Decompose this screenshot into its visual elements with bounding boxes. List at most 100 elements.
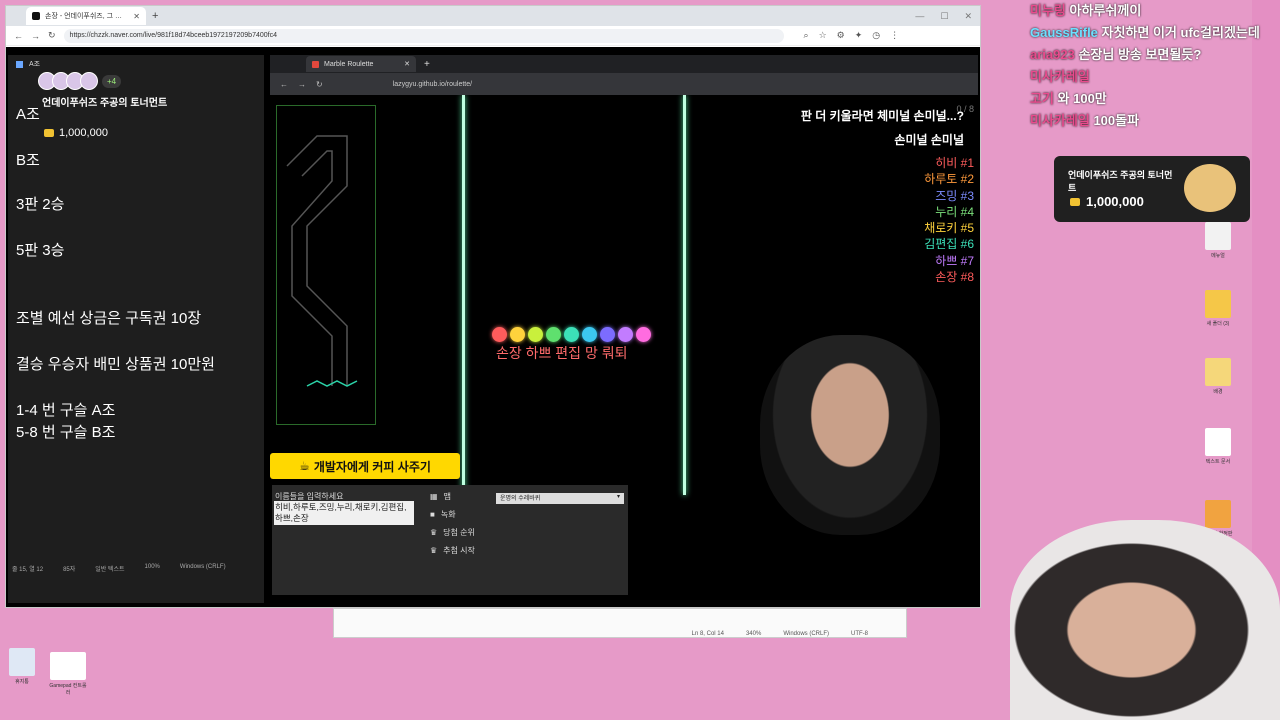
close-tab-icon[interactable]: ✕	[404, 60, 410, 68]
coffee-icon: ☕	[299, 459, 310, 473]
close-icon[interactable]: ✕	[964, 11, 972, 22]
chat-overlay: 미누링 아하루쉬께이 GaussRifle 자칫하면 이거 ufc걸리겠는데 a…	[1030, 0, 1275, 132]
roulette-wall-right	[683, 95, 686, 495]
note-line: 조별 예선 상금은 구독권 10장	[16, 310, 202, 327]
bookmark-icon[interactable]: ☆	[819, 30, 827, 41]
outer-tab[interactable]: 손장 - 언데이푸쉬즈, 그 주공의 토너먼트 ✕	[26, 7, 146, 25]
option-map[interactable]: ▦ 맵	[430, 491, 451, 502]
extension-icon[interactable]: ⚙	[837, 30, 845, 41]
gamepad-icon	[50, 652, 86, 680]
pin-icon[interactable]: ✦	[855, 30, 863, 41]
tournament-card: 언데이푸쉬즈 주공의 토너먼트 1,000,000	[1054, 156, 1250, 222]
coin-icon	[44, 129, 54, 137]
chat-message: 미사카레일	[1030, 69, 1090, 84]
zoom-icon[interactable]: ⌕	[804, 30, 809, 41]
history-icon[interactable]: ◷	[872, 30, 880, 41]
rank-item: 즈밍 #3	[935, 188, 974, 203]
recycle-bin-icon	[9, 648, 35, 676]
close-tab-icon[interactable]: ✕	[133, 12, 140, 21]
desktop-icon-text[interactable]: 텍스트 문서	[1198, 428, 1238, 465]
track-svg	[286, 135, 358, 387]
notepad-status-bar: Ln 8, Col 14 340% Windows (CRLF) UTF-8	[691, 631, 868, 637]
marble-group	[492, 327, 651, 342]
marble	[492, 327, 507, 342]
rank-list: 0 / 8 히비 #1 하루토 #2 즈밍 #3 누리 #4 채로키 #5 김편집 #6 하쁘…	[924, 104, 974, 285]
back-icon[interactable]: ←	[14, 31, 23, 41]
more-participants-badge: +4	[102, 74, 122, 88]
new-tab-icon[interactable]: +	[424, 59, 430, 70]
camera-icon: ■	[430, 510, 435, 519]
chat-message: 미누링 아하루쉬께이	[1030, 3, 1142, 18]
new-tab-icon[interactable]: +	[152, 10, 158, 22]
streamer-cam-inner	[760, 335, 940, 535]
forward-icon[interactable]: →	[298, 80, 306, 89]
tournament-card-prize: 1,000,000	[1070, 194, 1144, 209]
rank-item: 히비 #1	[935, 156, 974, 170]
avatar	[80, 72, 98, 90]
desktop-icon-gamepad[interactable]: Gamepad 컨트롤러	[48, 652, 88, 696]
rank-item: 누리 #4	[935, 204, 974, 219]
piggy-bank-icon	[1184, 164, 1236, 212]
marble	[564, 327, 579, 342]
participant-avatars: +4	[38, 72, 278, 90]
maximize-icon[interactable]: ☐	[940, 11, 948, 22]
minimize-icon[interactable]: —	[915, 11, 924, 22]
note-line: 1-4 번 구슬 A조	[16, 402, 116, 419]
option-record[interactable]: ■ 녹화	[430, 509, 456, 520]
names-input[interactable]: 히비,하루토,즈밍,누리,채로키,김편집,하쁘,손장	[274, 501, 414, 525]
tournament-title: 언데이푸쉬즈 주공의 토너먼트	[42, 98, 168, 109]
trophy-icon: ♛	[430, 528, 438, 537]
note-line: 3판 2승	[16, 196, 65, 213]
desktop-icon-recycle-bin[interactable]: 휴지통	[2, 648, 42, 685]
chat-message: 미사카레일 100돌파	[1030, 113, 1140, 128]
rank-sub: 손미널 손미널	[894, 133, 964, 147]
rank-item: 하쁘 #7	[935, 253, 974, 268]
chat-message: aria923 손장님 방송 보면될듯?	[1030, 47, 1202, 62]
desktop-icon-folder-bg[interactable]: 배경	[1198, 358, 1238, 395]
notes-status-bar: 줄 15, 열 12 85자 일반 텍스트 100% Windows (CRLF…	[12, 564, 226, 573]
option-winner-rank[interactable]: ♛ 당첨 순위	[430, 527, 475, 538]
url-field[interactable]: https://chzzk.naver.com/live/981f18d74bc…	[63, 28, 784, 43]
forward-icon[interactable]: →	[31, 31, 40, 41]
roulette-wall-left	[462, 95, 465, 495]
desktop-icon-manual[interactable]: 메뉴얼	[1198, 222, 1238, 259]
note-line: 5판 3승	[16, 242, 65, 259]
marble	[582, 327, 597, 342]
marble	[636, 327, 651, 342]
rank-header: 판 더 키울라면 체미널 손미널...?	[800, 109, 964, 123]
marble-labels: 손장 하쁘 편집 망 뤄퇴	[496, 345, 628, 361]
file-icon	[1205, 222, 1231, 250]
rank-count: 0 / 8	[956, 104, 974, 114]
rank-item: 채로키 #5	[924, 221, 974, 236]
map-select[interactable]: 운명의 수레바퀴 ▾	[496, 493, 624, 504]
roulette-tab-bar: Marble Roulette ✕ +	[270, 55, 978, 73]
tournament-card-title: 언데이푸쉬즈 주공의 토너먼트	[1068, 170, 1173, 193]
toolbar-icons: ⌕ ☆ ⚙ ✦ ◷ ⋮	[804, 30, 900, 41]
rank-item: 김편집 #6	[924, 237, 974, 252]
roulette-favicon-icon	[312, 60, 319, 68]
desktop-icon-folder[interactable]: 새 폴더 (3)	[1198, 290, 1238, 327]
option-start[interactable]: ♛ 추첨 시작	[430, 545, 475, 556]
chevron-down-icon: ▾	[616, 494, 620, 500]
marble	[546, 327, 561, 342]
marble	[618, 327, 633, 342]
notepad-window: Ln 8, Col 14 340% Windows (CRLF) UTF-8	[333, 608, 907, 638]
tournament-prize: 1,000,000	[44, 127, 278, 139]
coffee-button[interactable]: ☕ 개발자에게 커피 사주기	[270, 453, 460, 479]
chzzk-favicon-icon	[32, 12, 40, 20]
outer-tab-bar: 손장 - 언데이푸쉬즈, 그 주공의 토너먼트 ✕ + — ☐ ✕	[6, 6, 980, 26]
roulette-address-bar: ← → ↻ lazygyu.github.io/roulette/	[270, 73, 978, 95]
menu-icon[interactable]: ⋮	[890, 30, 899, 41]
reload-icon[interactable]: ↻	[48, 30, 56, 41]
text-file-icon	[1205, 428, 1231, 456]
roulette-url[interactable]: lazygyu.github.io/roulette/	[393, 81, 472, 88]
back-icon[interactable]: ←	[280, 80, 288, 89]
settings-panel: 이름들을 입력하세요 히비,하루토,즈밍,누리,채로키,김편집,하쁘,손장 ▦ 맵…	[272, 485, 628, 595]
marble	[510, 327, 525, 342]
roulette-tab[interactable]: Marble Roulette ✕	[306, 56, 416, 72]
note-line: A조	[16, 106, 40, 123]
note-line: B조	[16, 152, 40, 169]
reload-icon[interactable]: ↻	[316, 80, 323, 89]
chat-message: 고기 와 100만	[1030, 91, 1107, 106]
map-icon: ▦	[430, 492, 438, 501]
